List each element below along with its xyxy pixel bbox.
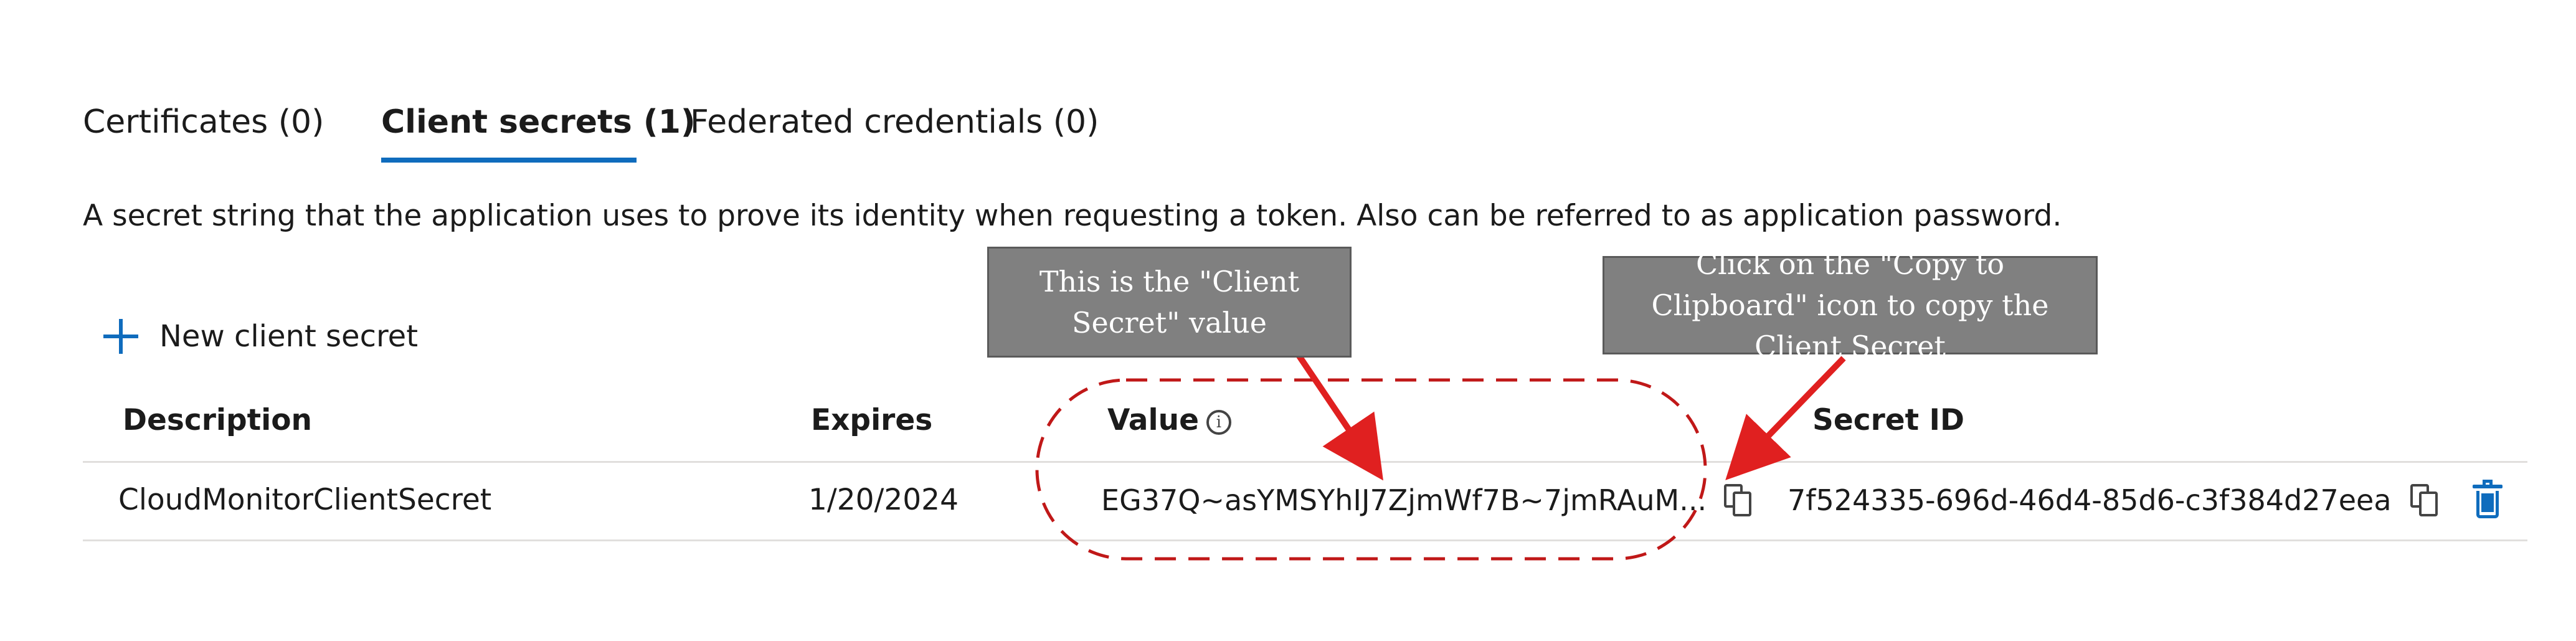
row-divider [83, 539, 2527, 541]
copy-value-icon[interactable] [1724, 484, 1753, 516]
section-description: A secret string that the application use… [83, 199, 2062, 233]
callout-client-secret-value-text: This is the "Client Secret" value [1039, 265, 1300, 339]
new-client-secret-label: New client secret [159, 319, 419, 354]
cell-expires: 1/20/2024 [808, 483, 959, 517]
callout-client-secret-value: This is the "Client Secret" value [987, 247, 1352, 358]
header-divider [83, 461, 2527, 463]
copy-secret-id-icon[interactable] [2410, 484, 2439, 516]
delete-secret-icon[interactable] [2473, 480, 2503, 518]
column-header-secret-id: Secret ID [1812, 403, 1964, 437]
cell-description: CloudMonitorClientSecret [118, 483, 492, 517]
plus-icon [101, 316, 141, 356]
callout-copy-to-clipboard-text: Click on the "Copy to Clipboard" icon to… [1651, 247, 2049, 363]
column-header-description: Description [123, 403, 312, 437]
new-client-secret-button[interactable]: New client secret [101, 311, 418, 361]
cell-value: EG37Q~asYMSYhIJ7ZjmWf7B~7jmRAuM... [1101, 483, 1707, 517]
cell-secret-id: 7f524335-696d-46d4-85d6-c3f384d27eea [1788, 483, 2392, 517]
callout-copy-to-clipboard: Click on the "Copy to Clipboard" icon to… [1603, 247, 2098, 363]
tab-certificates[interactable]: Certificates (0) [83, 100, 324, 145]
tab-client-secrets[interactable]: Client secrets (1) [381, 100, 696, 145]
info-icon[interactable]: i [1206, 409, 1231, 435]
column-header-value-label: Value [1107, 403, 1199, 437]
column-header-value: Value i [1107, 402, 1231, 439]
tab-federated-credentials[interactable]: Federated credentials (0) [690, 100, 1099, 145]
active-tab-indicator [381, 158, 637, 163]
column-header-expires: Expires [811, 403, 933, 437]
